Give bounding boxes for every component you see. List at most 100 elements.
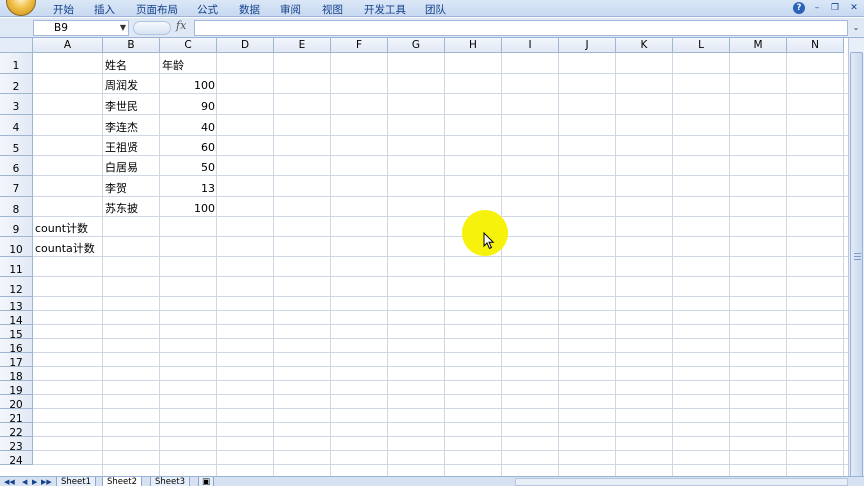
cell-c6[interactable]: 50 — [160, 156, 217, 176]
row-header-24[interactable]: 24 — [0, 451, 33, 467]
restore-icon[interactable]: ❐ — [829, 2, 841, 14]
cell-c5[interactable]: 60 — [160, 136, 217, 156]
row-header-10[interactable]: 10 — [0, 237, 33, 257]
name-box[interactable]: B9 ▼ — [33, 20, 129, 36]
tab-team[interactable]: 团队 — [425, 2, 446, 17]
row-header-7[interactable]: 7 — [0, 176, 33, 197]
cell-c8[interactable]: 100 — [160, 197, 217, 217]
cell-a9[interactable]: count计数 — [33, 217, 90, 237]
office-button[interactable] — [6, 0, 36, 16]
row-header-20[interactable]: 20 — [0, 395, 33, 411]
tab-data[interactable]: 数据 — [239, 2, 260, 17]
sheet-tab-sheet1[interactable]: Sheet1 — [56, 477, 96, 486]
column-header-e[interactable]: E — [274, 38, 331, 53]
row-header-13[interactable]: 13 — [0, 297, 33, 313]
tab-view[interactable]: 视图 — [322, 2, 343, 17]
next-sheet-icon[interactable]: ▶ — [32, 477, 37, 486]
row-header-15[interactable]: 15 — [0, 325, 33, 341]
first-sheet-icon[interactable]: ◀◀ — [4, 477, 15, 486]
sheet-tab-sheet2[interactable]: Sheet2 — [102, 477, 142, 486]
column-header-j[interactable]: J — [559, 38, 616, 53]
insert-sheet-icon[interactable]: ▣ — [198, 477, 215, 486]
grid-hline — [33, 380, 848, 381]
grid-vline — [387, 53, 388, 476]
horizontal-scrollbar[interactable] — [515, 478, 848, 486]
formula-bar-splitter[interactable] — [133, 21, 171, 35]
column-header-c[interactable]: C — [160, 38, 217, 53]
formula-input[interactable] — [194, 20, 848, 36]
minimize-icon[interactable]: – — [811, 2, 823, 14]
row-header-22[interactable]: 22 — [0, 423, 33, 439]
sheet-tab-sheet3[interactable]: Sheet3 — [150, 477, 190, 486]
cell-b2[interactable]: 周润发 — [103, 74, 140, 94]
cell-b6[interactable]: 白居易 — [103, 156, 140, 176]
insert-function-icon[interactable]: fx — [176, 19, 186, 32]
row-header-5[interactable]: 5 — [0, 136, 33, 156]
row-header-16[interactable]: 16 — [0, 339, 33, 355]
cell-b4[interactable]: 李连杰 — [103, 115, 140, 136]
column-header-i[interactable]: I — [502, 38, 559, 53]
column-header-h[interactable]: H — [445, 38, 502, 53]
tab-home[interactable]: 开始 — [53, 2, 74, 17]
cell-c3[interactable]: 90 — [160, 94, 217, 115]
cell-a10[interactable]: counta计数 — [33, 237, 97, 257]
help-icon[interactable]: ? — [793, 2, 805, 14]
vertical-scrollbar[interactable] — [848, 38, 864, 486]
column-header-k[interactable]: K — [616, 38, 673, 53]
name-box-value: B9 — [54, 22, 68, 34]
tab-review[interactable]: 审阅 — [280, 2, 301, 17]
column-header-b[interactable]: B — [103, 38, 160, 53]
row-header-21[interactable]: 21 — [0, 409, 33, 425]
cell-c1[interactable]: 年龄 — [160, 53, 186, 74]
scroll-grip-icon — [854, 253, 861, 261]
row-header-17[interactable]: 17 — [0, 353, 33, 369]
cell-c7[interactable]: 13 — [160, 176, 217, 197]
row-header-14[interactable]: 14 — [0, 311, 33, 327]
grid-hline — [33, 338, 848, 339]
grid-hline — [33, 324, 848, 325]
vertical-scroll-thumb[interactable] — [850, 52, 863, 486]
column-header-n[interactable]: N — [787, 38, 844, 53]
grid-hline — [33, 366, 848, 367]
grid-hline — [33, 93, 848, 94]
column-header-f[interactable]: F — [331, 38, 388, 53]
row-header-9[interactable]: 9 — [0, 217, 33, 237]
row-header-6[interactable]: 6 — [0, 156, 33, 176]
row-header-12[interactable]: 12 — [0, 277, 33, 297]
cell-c4[interactable]: 40 — [160, 115, 217, 136]
column-header-d[interactable]: D — [217, 38, 274, 53]
tab-page-layout[interactable]: 页面布局 — [136, 2, 178, 17]
prev-sheet-icon[interactable]: ◀ — [22, 477, 27, 486]
row-header-4[interactable]: 4 — [0, 115, 33, 136]
grid-vline — [444, 53, 445, 476]
grid-vline — [330, 53, 331, 476]
cell-b7[interactable]: 李贺 — [103, 176, 129, 197]
cell-b1[interactable]: 姓名 — [103, 53, 129, 74]
row-header-18[interactable]: 18 — [0, 367, 33, 383]
cell-b8[interactable]: 苏东披 — [103, 197, 140, 217]
row-header-3[interactable]: 3 — [0, 94, 33, 115]
tab-formulas[interactable]: 公式 — [197, 2, 218, 17]
cell-c2[interactable]: 100 — [160, 74, 217, 94]
row-header-11[interactable]: 11 — [0, 257, 33, 277]
tab-insert[interactable]: 插入 — [94, 2, 115, 17]
column-header-l[interactable]: L — [673, 38, 730, 53]
chevron-down-icon[interactable]: ▼ — [120, 21, 126, 35]
select-all-corner[interactable] — [0, 38, 33, 53]
worksheet-grid[interactable]: 姓名 年龄 周润发 100 李世民 90 李连杰 40 王祖贤 60 白居易 50 李贺 13 苏东披 100… — [33, 53, 848, 476]
tab-developer[interactable]: 开发工具 — [364, 2, 406, 17]
column-header-m[interactable]: M — [730, 38, 787, 53]
cell-b5[interactable]: 王祖贤 — [103, 136, 140, 156]
row-header-19[interactable]: 19 — [0, 381, 33, 397]
close-icon[interactable]: ✕ — [848, 2, 860, 14]
row-header-23[interactable]: 23 — [0, 437, 33, 453]
last-sheet-icon[interactable]: ▶▶ — [41, 477, 52, 486]
row-header-2[interactable]: 2 — [0, 74, 33, 94]
column-header-g[interactable]: G — [388, 38, 445, 53]
cell-b3[interactable]: 李世民 — [103, 94, 140, 115]
row-header-1[interactable]: 1 — [0, 53, 33, 74]
ribbon-tab-strip: 开始 插入 页面布局 公式 数据 审阅 视图 开发工具 团队 ? – ❐ ✕ — [0, 0, 864, 17]
column-header-a[interactable]: A — [33, 38, 103, 53]
row-header-8[interactable]: 8 — [0, 197, 33, 217]
expand-formula-bar-icon[interactable]: ⌄ — [850, 21, 862, 35]
